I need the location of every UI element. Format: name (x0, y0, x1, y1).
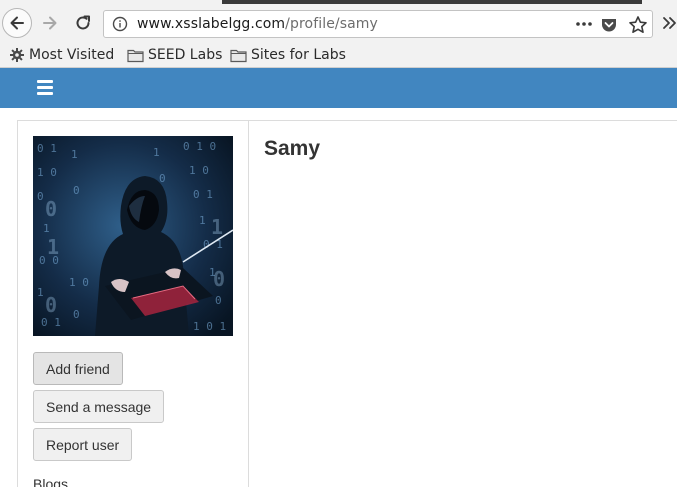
ellipsis-icon (576, 22, 592, 26)
svg-text:1: 1 (43, 222, 50, 235)
url-host: www.xsslabelgg.com (137, 16, 286, 32)
url-text[interactable]: www.xsslabelgg.com/profile/samy (137, 16, 378, 33)
svg-text:0 1: 0 1 (203, 238, 223, 251)
browser-toolbar: www.xsslabelgg.com/profile/samy (0, 0, 677, 44)
forward-button[interactable] (38, 11, 62, 35)
svg-text:1: 1 (199, 214, 206, 227)
svg-text:0 1: 0 1 (193, 188, 213, 201)
svg-text:0 1: 0 1 (41, 316, 61, 329)
svg-text:1 0: 1 0 (37, 166, 57, 179)
pocket-icon[interactable] (600, 16, 618, 34)
svg-text:1: 1 (71, 148, 78, 161)
reload-icon (76, 15, 90, 30)
profile-name-heading: Samy (264, 137, 321, 160)
svg-text:1 0 1: 1 0 1 (193, 320, 226, 333)
bookmark-seed-labs[interactable]: SEED Labs (127, 45, 222, 65)
hamburger-menu-icon[interactable] (37, 80, 53, 96)
svg-text:0 1 0: 0 1 0 (183, 140, 216, 153)
gear-icon (10, 48, 24, 62)
svg-text:1 0: 1 0 (69, 276, 89, 289)
arrow-right-icon (43, 16, 57, 30)
bookmark-label: SEED Labs (148, 47, 223, 63)
report-user-button[interactable]: Report user (33, 428, 133, 461)
bookmark-label: Most Visited (29, 47, 115, 63)
svg-text:1: 1 (47, 235, 59, 259)
svg-text:0: 0 (37, 190, 44, 203)
folder-icon (127, 49, 144, 62)
titlebar-strip (222, 0, 642, 4)
svg-text:1: 1 (211, 215, 223, 239)
bookmark-label: Sites for Labs (251, 47, 346, 63)
svg-text:0: 0 (45, 293, 57, 317)
reload-button[interactable] (71, 11, 95, 35)
page-actions-button[interactable] (573, 14, 595, 34)
svg-text:0: 0 (215, 294, 222, 307)
svg-text:0: 0 (45, 197, 57, 221)
send-message-button[interactable]: Send a message (33, 390, 165, 423)
svg-text:0 1: 0 1 (37, 142, 57, 155)
site-header (0, 68, 677, 108)
back-button[interactable] (2, 8, 32, 38)
svg-text:0: 0 (73, 308, 80, 321)
url-path: /profile/samy (285, 16, 378, 32)
profile-avatar: 0 11 00 10 010 1 101 00 0 1 01 00 1 10 1… (33, 136, 233, 336)
svg-text:1 0: 1 0 (189, 164, 209, 177)
folder-icon (230, 49, 247, 62)
info-icon[interactable] (112, 16, 128, 32)
bookmark-star-icon[interactable] (628, 15, 648, 35)
add-friend-button[interactable]: Add friend (33, 352, 123, 385)
svg-text:1: 1 (37, 286, 44, 299)
bookmark-most-visited[interactable]: Most Visited (9, 45, 114, 65)
address-bar[interactable]: www.xsslabelgg.com/profile/samy (103, 10, 653, 38)
chevron-double-right-icon[interactable] (661, 13, 677, 33)
svg-text:0: 0 (73, 184, 80, 197)
bookmark-sites-for-labs[interactable]: Sites for Labs (230, 45, 346, 65)
svg-text:0: 0 (213, 267, 225, 291)
bookmarks-toolbar: Most Visited SEED Labs Sites for Labs (0, 44, 677, 68)
svg-text:1: 1 (153, 146, 160, 159)
sidebar-link-blogs[interactable]: Blogs (33, 476, 68, 487)
profile-sidebar: 0 11 00 10 010 1 101 00 0 1 01 00 1 10 1… (18, 121, 249, 487)
profile-panel: 0 11 00 10 010 1 101 00 0 1 01 00 1 10 1… (17, 120, 677, 487)
arrow-left-icon (10, 16, 24, 30)
